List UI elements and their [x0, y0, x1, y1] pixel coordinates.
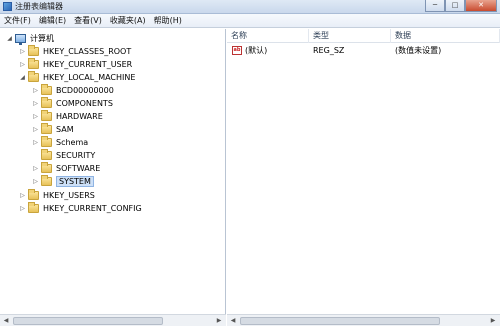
tree-item-hku[interactable]: ▷ HKEY_USERS	[19, 188, 95, 201]
expand-icon[interactable]: ▷	[19, 205, 26, 212]
value-type: REG_SZ	[313, 46, 345, 55]
menu-edit[interactable]: 编辑(E)	[35, 14, 70, 27]
scroll-left-icon[interactable]: ◀	[228, 316, 238, 326]
registry-tree-pane: ◢ 计算机 ▷ HKEY_CLASSES_ROOT ▷ HKEY_CURRENT…	[0, 29, 226, 326]
tree-item-hkcr[interactable]: ▷ HKEY_CLASSES_ROOT	[19, 44, 132, 57]
column-name-header[interactable]: 名称	[227, 29, 309, 43]
folder-icon	[41, 83, 52, 95]
maximize-button[interactable]: □	[445, 0, 465, 12]
window-controls: ─ □ ✕	[425, 0, 497, 12]
menu-help[interactable]: 帮助(H)	[150, 14, 186, 27]
string-value-icon: ab	[232, 46, 242, 55]
tree-item-hkcc[interactable]: ▷ HKEY_CURRENT_CONFIG	[19, 201, 142, 214]
tree-label: HKEY_USERS	[43, 190, 95, 200]
folder-icon	[41, 161, 52, 173]
folder-icon	[41, 148, 52, 160]
menu-favorites[interactable]: 收藏夹(A)	[106, 14, 150, 27]
value-name: (默认)	[245, 46, 268, 55]
column-type-header[interactable]: 类型	[309, 29, 391, 43]
tree-item-software[interactable]: ▷ SOFTWARE	[32, 161, 101, 174]
list-horizontal-scrollbar[interactable]: ◀ ▶	[227, 314, 500, 326]
folder-icon	[41, 174, 52, 186]
tree-label: SOFTWARE	[56, 163, 101, 173]
expand-icon[interactable]: ▷	[32, 113, 39, 120]
expand-icon[interactable]: ▷	[19, 192, 26, 199]
menu-view[interactable]: 查看(V)	[70, 14, 106, 27]
expand-icon[interactable]: ▷	[32, 100, 39, 107]
tree-label: HKEY_LOCAL_MACHINE	[43, 72, 136, 82]
scroll-right-icon[interactable]: ▶	[214, 316, 224, 326]
folder-icon	[28, 44, 39, 56]
computer-icon	[15, 33, 26, 45]
expand-icon[interactable]: ▷	[32, 126, 39, 133]
tree-label: HARDWARE	[56, 111, 103, 121]
tree-label: HKEY_CURRENT_CONFIG	[43, 203, 142, 213]
scroll-right-icon[interactable]: ▶	[488, 316, 498, 326]
list-item[interactable]: ab (默认) REG_SZ (数值未设置)	[227, 45, 500, 57]
tree-label: HKEY_CLASSES_ROOT	[43, 46, 132, 56]
tree-item-schema[interactable]: ▷ Schema	[32, 135, 89, 148]
title-bar: 注册表编辑器 ─ □ ✕	[0, 0, 500, 14]
window-title: 注册表编辑器	[15, 2, 63, 11]
column-data-header[interactable]: 数据	[391, 29, 500, 43]
expand-icon[interactable]: ▷	[32, 87, 39, 94]
regedit-app-icon	[3, 2, 12, 11]
tree-item-computer[interactable]: ◢ 计算机	[6, 32, 54, 45]
tree-item-hkcu[interactable]: ▷ HKEY_CURRENT_USER	[19, 57, 133, 70]
value-data: (数值未设置)	[395, 46, 442, 55]
tree-label: SECURITY	[56, 150, 96, 160]
folder-icon	[41, 135, 52, 147]
tree-horizontal-scrollbar[interactable]: ◀ ▶	[0, 314, 226, 326]
tree-label: SAM	[56, 124, 74, 134]
expand-icon[interactable]: ▷	[32, 178, 39, 185]
expand-icon[interactable]: ▷	[32, 165, 39, 172]
tree-label: 计算机	[30, 33, 54, 43]
tree-item-components[interactable]: ▷ COMPONENTS	[32, 96, 113, 109]
scroll-left-icon[interactable]: ◀	[1, 316, 11, 326]
values-list-pane: 名称 类型 数据 ab (默认) REG_SZ (数值未设置) ◀ ▶	[227, 29, 500, 326]
tree-item-bcd[interactable]: ▷ BCD00000000	[32, 83, 114, 96]
minimize-button[interactable]: ─	[425, 0, 445, 12]
tree-label: HKEY_CURRENT_USER	[43, 59, 133, 69]
folder-icon	[28, 188, 39, 200]
folder-icon	[28, 201, 39, 213]
scroll-thumb[interactable]	[13, 317, 163, 325]
folder-icon	[41, 109, 52, 121]
expand-icon[interactable]: ▷	[19, 48, 26, 55]
tree-item-hardware[interactable]: ▷ HARDWARE	[32, 109, 103, 122]
tree-item-system[interactable]: ▷ SYSTEM	[32, 174, 94, 187]
menu-file[interactable]: 文件(F)	[0, 14, 35, 27]
scroll-thumb[interactable]	[240, 317, 440, 325]
menu-bar: 文件(F) 编辑(E) 查看(V) 收藏夹(A) 帮助(H)	[0, 14, 500, 28]
tree-item-hklm[interactable]: ◢ HKEY_LOCAL_MACHINE	[19, 70, 136, 83]
folder-icon	[41, 122, 52, 134]
tree-label: BCD00000000	[56, 85, 114, 95]
tree-item-sam[interactable]: ▷ SAM	[32, 122, 74, 135]
folder-icon	[28, 57, 39, 69]
collapse-icon[interactable]: ◢	[6, 35, 13, 42]
tree-label-selected: SYSTEM	[56, 175, 94, 187]
tree-item-security[interactable]: SECURITY	[32, 148, 96, 161]
collapse-icon[interactable]: ◢	[19, 74, 26, 81]
folder-open-icon	[28, 70, 39, 82]
list-header: 名称 类型 数据	[227, 29, 500, 43]
expand-icon[interactable]: ▷	[19, 61, 26, 68]
tree-label: Schema	[56, 137, 89, 147]
expand-icon[interactable]: ▷	[32, 139, 39, 146]
tree-label: COMPONENTS	[56, 98, 113, 108]
close-button[interactable]: ✕	[465, 0, 497, 12]
folder-icon	[41, 96, 52, 108]
